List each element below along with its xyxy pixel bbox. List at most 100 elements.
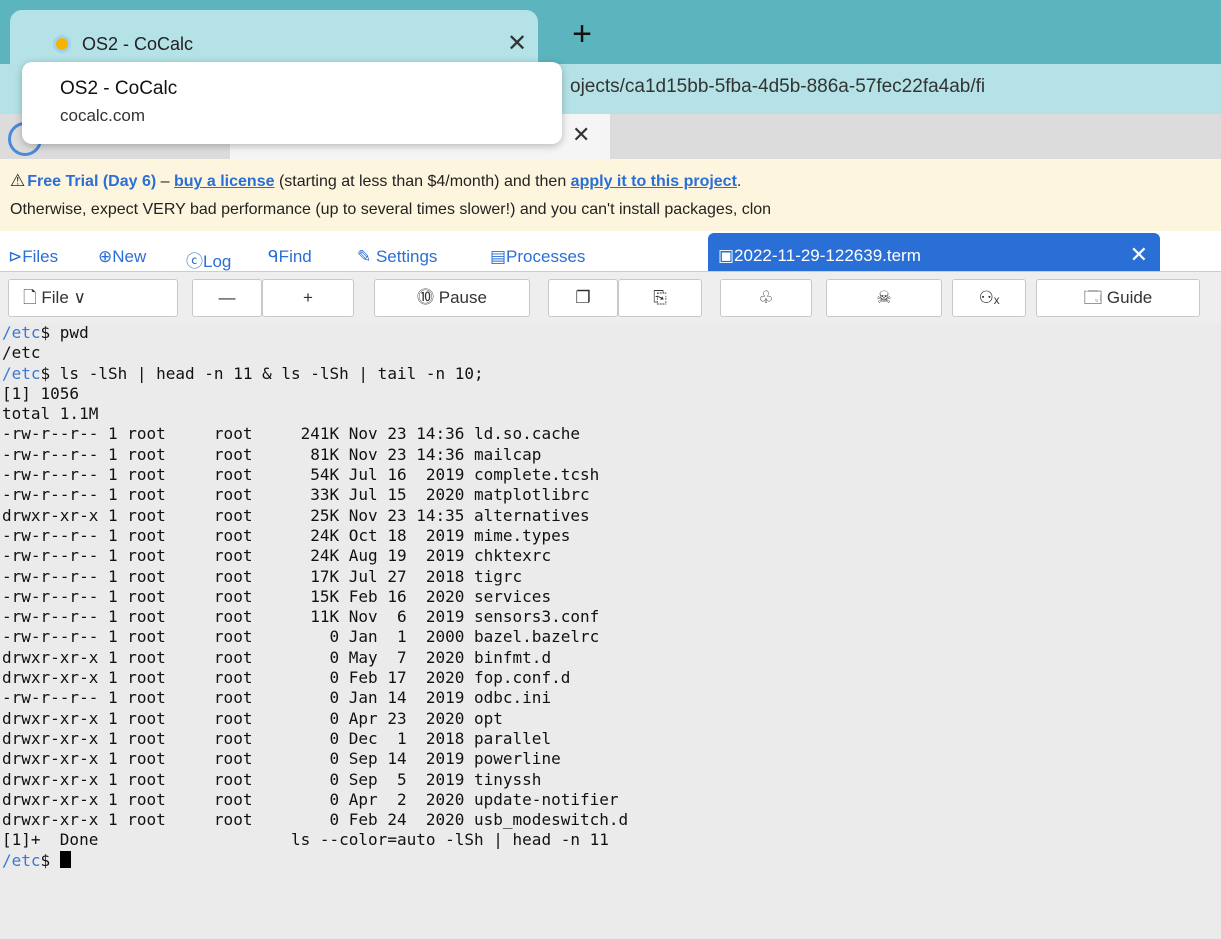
terminal-line: -rw-r--r-- 1 root root 24K Aug 19 2019 c… (0, 546, 1221, 566)
banner-line-2: Otherwise, expect VERY bad performance (… (10, 201, 772, 218)
terminal-line: drwxr-xr-x 1 root root 0 Feb 24 2020 usb… (0, 810, 1221, 830)
terminal-line: drwxr-xr-x 1 root root 25K Nov 23 14:35 … (0, 506, 1221, 526)
terminal-file-tab-label: ▣2022-11-29-122639.term (718, 246, 921, 265)
terminal-line-text: drwxr-xr-x 1 root root 0 May 7 2020 binf… (2, 647, 552, 667)
pause-button[interactable]: ⓾ Pause (374, 279, 530, 317)
terminal-line: -rw-r--r-- 1 root root 241K Nov 23 14:36… (0, 424, 1221, 444)
banner-line-1: ⚠ Free Trial (Day 6) – buy a license (sta… (10, 171, 741, 191)
project-nav: ⊳Files ⊕New ⓒLog ᑫFind ✎ Settings ▤Proce… (0, 231, 1221, 271)
tab-hover-tooltip: OS2 - CoCalc cocalc.com (22, 62, 562, 144)
nav-new[interactable]: ⊕New (98, 247, 146, 267)
terminal-line: -rw-r--r-- 1 root root 33K Jul 15 2020 m… (0, 485, 1221, 505)
tooltip-domain: cocalc.com (60, 106, 146, 125)
terminal-line: drwxr-xr-x 1 root root 0 Apr 23 2020 opt (0, 709, 1221, 729)
terminal-line-text: drwxr-xr-x 1 root root 0 Dec 1 2018 para… (2, 728, 552, 748)
terminal-line-text: -rw-r--r-- 1 root root 0 Jan 14 2019 odb… (2, 688, 552, 708)
terminal-line: drwxr-xr-x 1 root root 0 Sep 14 2019 pow… (0, 749, 1221, 769)
paste-button[interactable]: ⎘ (618, 279, 702, 317)
nav-processes[interactable]: ▤Processes (490, 247, 585, 267)
browser-tab[interactable]: OS2 - CoCalc ✕ (10, 10, 538, 64)
terminal-line-text: -rw-r--r-- 1 root root 15K Feb 16 2020 s… (2, 586, 552, 606)
clear-users-button[interactable]: ⚇ₓ (952, 279, 1026, 317)
terminal-file-tab[interactable]: ▣2022-11-29-122639.term ✕ (708, 233, 1160, 271)
zoom-out-button[interactable]: — (192, 279, 262, 317)
terminal-line: drwxr-xr-x 1 root root 0 Apr 2 2020 upda… (0, 790, 1221, 810)
terminal-line-text: drwxr-xr-x 1 root root 0 Apr 23 2020 opt (2, 708, 503, 728)
tooltip-title: OS2 - CoCalc (60, 78, 178, 99)
banner-dash: – (156, 173, 174, 190)
terminal-prompt: /etc (2, 363, 41, 383)
terminal-line-text: total 1.1M (2, 404, 99, 424)
terminal-line: drwxr-xr-x 1 root root 0 Feb 17 2020 fop… (0, 668, 1221, 688)
terminal-line-text: $ ls -lSh | head -n 11 & ls -lSh | tail … (40, 363, 484, 383)
url-text[interactable]: ojects/ca1d15bb-5fba-4d5b-886a-57fec22fa… (570, 76, 985, 98)
terminal-line: [1] 1056 (0, 384, 1221, 404)
new-tab-button[interactable]: + (564, 14, 600, 54)
terminal-line-text: /etc (2, 343, 41, 363)
terminal-line-text: drwxr-xr-x 1 root root 0 Sep 5 2019 tiny… (2, 769, 542, 789)
nav-files[interactable]: ⊳Files (8, 247, 58, 267)
terminal-line: -rw-r--r-- 1 root root 0 Jan 1 2000 baze… (0, 627, 1221, 647)
browser-tab-strip: OS2 - CoCalc ✕ + (0, 0, 1221, 64)
warning-icon: ⚠ (10, 171, 26, 190)
close-tab-icon[interactable]: ✕ (504, 29, 530, 59)
terminal-prompt: /etc (2, 850, 41, 870)
terminal-line-text: -rw-r--r-- 1 root root 24K Aug 19 2019 c… (2, 546, 552, 566)
terminal-line-text: -rw-r--r-- 1 root root 24K Oct 18 2019 m… (2, 525, 571, 545)
banner-mid-text: (starting at less than $4/month) and the… (274, 173, 571, 190)
terminal-line: /etc (0, 343, 1221, 363)
nav-settings[interactable]: ✎ Settings (357, 247, 437, 267)
terminal-line-text: [1]+ Done ls --color=auto -lSh | head -n… (2, 830, 609, 850)
terminal-line-text: drwxr-xr-x 1 root root 25K Nov 23 14:35 … (2, 505, 590, 525)
terminal-line-text: -rw-r--r-- 1 root root 17K Jul 27 2018 t… (2, 566, 523, 586)
free-trial-banner: ⚠ Free Trial (Day 6) – buy a license (sta… (0, 159, 1221, 231)
terminal-line-text: drwxr-xr-x 1 root root 0 Feb 24 2020 usb… (2, 810, 629, 830)
terminal-line: [1]+ Done ls --color=auto -lSh | head -n… (0, 830, 1221, 850)
cocalc-favicon-icon (53, 35, 71, 53)
terminal-line-text: -rw-r--r-- 1 root root 81K Nov 23 14:36 … (2, 444, 542, 464)
nav-log[interactable]: ⓒLog (186, 247, 231, 272)
banner-end: . (736, 173, 742, 190)
terminal-line-text: drwxr-xr-x 1 root root 0 Feb 17 2020 fop… (2, 668, 571, 688)
terminal-line-text: -rw-r--r-- 1 root root 11K Nov 6 2019 se… (2, 607, 600, 627)
trial-label: Free Trial (Day 6) (27, 173, 157, 190)
kill-terminal-button[interactable]: ☠ (826, 279, 942, 317)
terminal-line: -rw-r--r-- 1 root root 17K Jul 27 2018 t… (0, 567, 1221, 587)
notification-button[interactable]: ♧ (720, 279, 812, 317)
browser-tab-title: OS2 - CoCalc (82, 34, 194, 54)
terminal-line-text: $ pwd (40, 323, 89, 342)
terminal-line-text: drwxr-xr-x 1 root root 0 Apr 2 2020 upda… (2, 789, 619, 809)
terminal-toolbar: 🗋 File ∨ — + ⓾ Pause ❐ ⎘ ♧ ☠ ⚇ₓ 🗔 Guide (0, 271, 1221, 324)
close-project-tab-icon[interactable]: ✕ (572, 122, 590, 148)
terminal-line-text: -rw-r--r-- 1 root root 33K Jul 15 2020 m… (2, 485, 590, 505)
nav-find[interactable]: ᑫFind (268, 247, 312, 267)
buy-license-link[interactable]: buy a license (174, 173, 275, 190)
terminal-prompt: /etc (2, 323, 41, 342)
terminal-line: -rw-r--r-- 1 root root 54K Jul 16 2019 c… (0, 465, 1221, 485)
terminal-line: drwxr-xr-x 1 root root 0 Dec 1 2018 para… (0, 729, 1221, 749)
terminal-line-text: -rw-r--r-- 1 root root 0 Jan 1 2000 baze… (2, 627, 600, 647)
apply-project-link[interactable]: apply it to this project (571, 173, 737, 190)
terminal-line-text: drwxr-xr-x 1 root root 0 Sep 14 2019 pow… (2, 749, 561, 769)
terminal-line-text: [1] 1056 (2, 383, 80, 403)
terminal-line: -rw-r--r-- 1 root root 11K Nov 6 2019 se… (0, 607, 1221, 627)
guide-button[interactable]: 🗔 Guide (1036, 279, 1200, 317)
terminal-line: -rw-r--r-- 1 root root 24K Oct 18 2019 m… (0, 526, 1221, 546)
terminal-cursor (59, 850, 71, 868)
terminal-line: /etc$ (0, 850, 1221, 871)
terminal-line: drwxr-xr-x 1 root root 0 Sep 5 2019 tiny… (0, 770, 1221, 790)
terminal-line: drwxr-xr-x 1 root root 0 May 7 2020 binf… (0, 648, 1221, 668)
terminal-line-text: -rw-r--r-- 1 root root 54K Jul 16 2019 c… (2, 465, 600, 485)
file-menu-button[interactable]: 🗋 File ∨ (8, 279, 178, 317)
close-terminal-tab-icon[interactable]: ✕ (1130, 242, 1148, 268)
copy-button[interactable]: ❐ (548, 279, 618, 317)
zoom-in-button[interactable]: + (262, 279, 354, 317)
terminal-line: -rw-r--r-- 1 root root 81K Nov 23 14:36 … (0, 445, 1221, 465)
terminal-line: -rw-r--r-- 1 root root 15K Feb 16 2020 s… (0, 587, 1221, 607)
terminal-line: /etc$ ls -lSh | head -n 11 & ls -lSh | t… (0, 364, 1221, 384)
terminal-line: -rw-r--r-- 1 root root 0 Jan 14 2019 odb… (0, 688, 1221, 708)
terminal-line-text: -rw-r--r-- 1 root root 241K Nov 23 14:36… (2, 424, 580, 444)
terminal-output[interactable]: /etc$ pwd/etc/etc$ ls -lSh | head -n 11 … (0, 323, 1221, 939)
terminal-line: total 1.1M (0, 404, 1221, 424)
terminal-line: /etc$ pwd (0, 323, 1221, 343)
